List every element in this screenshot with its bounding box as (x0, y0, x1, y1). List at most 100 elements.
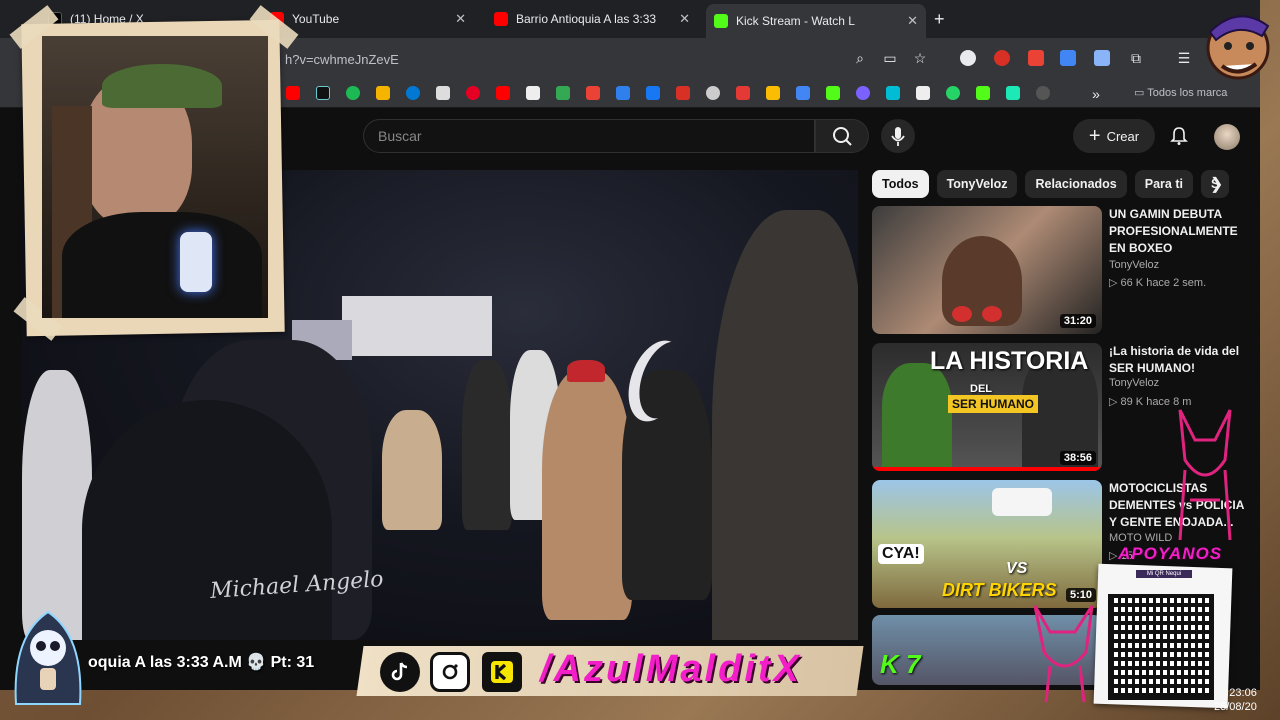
search-button[interactable] (815, 119, 869, 153)
building (342, 296, 492, 356)
thumbnail-text: CYA! (878, 544, 924, 564)
gmail-bookmark-icon[interactable] (586, 86, 600, 100)
chip-all[interactable]: Todos (872, 170, 929, 198)
tiktok-icon (380, 652, 420, 692)
create-button[interactable]: + Crear (1073, 119, 1155, 153)
account-avatar[interactable] (1214, 124, 1240, 150)
person (462, 360, 512, 530)
channel-name[interactable]: TonyVeloz (1109, 377, 1159, 389)
pinterest-bookmark-icon[interactable] (466, 86, 480, 100)
facebook-bookmark-icon[interactable] (646, 86, 660, 100)
cast-icon[interactable]: ▭ (882, 50, 898, 66)
bookmarks-folder-label: Todos los marca (1147, 87, 1228, 99)
tab-label: YouTube (292, 12, 340, 26)
bookmark-icon[interactable] (706, 86, 720, 100)
boxing-glove (982, 306, 1002, 322)
streamer-shirt (62, 212, 262, 318)
all-bookmarks-folder[interactable]: ▭ Todos los marca (1134, 86, 1227, 99)
bookmark-icon[interactable] (856, 86, 870, 100)
microphone (180, 232, 212, 292)
devil-doodle (1178, 409, 1232, 541)
chip-related[interactable]: Relacionados (1025, 170, 1127, 198)
stream-title: oquia A las 3:33 A.M 💀 Pt: 31 (88, 654, 315, 671)
tab-kick-stream[interactable]: Kick Stream - Watch L ✕ (706, 4, 926, 38)
bookmark-icon[interactable] (1036, 86, 1050, 100)
extension-icon[interactable] (1028, 50, 1044, 66)
bookmark-icon[interactable] (436, 86, 450, 100)
person (382, 410, 442, 530)
video-thumbnail[interactable]: LA HISTORIA DEL SER HUMANO 38:56 (872, 343, 1102, 471)
new-tab-button[interactable]: + (934, 9, 945, 30)
more-bookmarks-icon[interactable]: » (1088, 86, 1104, 102)
streamer-handle: /AzulMalditX (540, 648, 802, 690)
zoom-icon[interactable]: ⌕ (852, 50, 868, 66)
chip-tonyveloz[interactable]: TonyVeloz (936, 170, 1018, 198)
translate-icon[interactable] (1060, 50, 1076, 66)
clock-date: 25/08/20 (1214, 701, 1257, 713)
cap (567, 360, 605, 382)
youtube-bookmark-icon[interactable] (496, 86, 510, 100)
bookmark-icon[interactable] (826, 86, 840, 100)
bookmark-icon[interactable] (376, 86, 390, 100)
extension-icon[interactable] (994, 50, 1010, 66)
extension-icon[interactable] (1094, 50, 1110, 66)
video-meta: ▷ 66 K hace 2 sem. (1109, 277, 1207, 289)
person (542, 370, 632, 620)
recommendation-item[interactable]: 31:20 UN GAMIN DEBUTA PROFESIONALMENTE E… (872, 206, 1252, 336)
bookmark-icon[interactable] (616, 86, 630, 100)
qr-code (1108, 594, 1214, 700)
chip-for-you[interactable]: Para ti (1134, 170, 1193, 198)
bookmark-icon[interactable] (766, 86, 780, 100)
tiktok-bookmark-icon[interactable] (316, 86, 330, 100)
close-tab-icon[interactable]: ✕ (899, 13, 918, 29)
spotify-bookmark-icon[interactable] (346, 86, 360, 100)
thumbnail-text: DEL (970, 383, 992, 395)
boxing-glove (952, 306, 972, 322)
bookmark-star-icon[interactable]: ☆ (912, 50, 928, 66)
extension-icon[interactable] (960, 50, 976, 66)
video-thumbnail[interactable]: 31:20 (872, 206, 1102, 334)
streamer-cap (102, 64, 222, 108)
channel-name[interactable]: TonyVeloz (1109, 259, 1159, 271)
tab-barrio-antioquia[interactable]: Barrio Antioquia A las 3:33 ✕ (486, 6, 698, 32)
tab-label: Kick Stream - Watch L (736, 14, 855, 28)
bookmark-icon[interactable] (1006, 86, 1020, 100)
close-tab-icon[interactable]: ✕ (671, 11, 690, 27)
chevron-right-icon[interactable]: ❯ (1210, 174, 1223, 194)
support-text: APOYANOS (1118, 544, 1223, 563)
instagram-icon (430, 652, 470, 692)
menu-icon[interactable]: ☰ (1176, 50, 1192, 66)
bookmark-icon[interactable] (406, 86, 420, 100)
reaper-mascot (14, 610, 82, 705)
create-label: Crear (1106, 128, 1140, 144)
thumbnail-text: VS (1006, 560, 1028, 577)
bookmark-icon[interactable] (676, 86, 690, 100)
kick-bookmark-icon[interactable] (976, 86, 990, 100)
bookmark-icon[interactable] (916, 86, 930, 100)
bookmark-icon[interactable] (526, 86, 540, 100)
url-field[interactable]: h?v=cwhmeJnZevE (285, 52, 399, 67)
person-left (882, 363, 952, 471)
video-title[interactable]: UN GAMIN DEBUTA PROFESIONALMENTE EN BOXE… (1109, 206, 1249, 257)
drive-bookmark-icon[interactable] (556, 86, 570, 100)
mascot-logo (1206, 15, 1270, 80)
video-thumbnail[interactable]: CYA! VS DIRT BIKERS 5:10 (872, 480, 1102, 608)
tab-youtube[interactable]: YouTube ✕ (262, 6, 474, 32)
person (712, 210, 858, 640)
youtube-icon (494, 12, 508, 26)
puzzle-icon[interactable]: ⧉ (1128, 50, 1144, 66)
close-tab-icon[interactable]: ✕ (447, 11, 466, 27)
kick-icon (482, 652, 522, 692)
video-title[interactable]: ¡La historia de vida del SER HUMANO! (1109, 343, 1249, 377)
voice-search-button[interactable] (881, 119, 915, 153)
whatsapp-bookmark-icon[interactable] (946, 86, 960, 100)
notifications-bell-icon[interactable] (1168, 125, 1190, 147)
system-clock[interactable]: 23:06 25/08/20 (1214, 686, 1257, 714)
watch-progress-bar (872, 467, 1102, 471)
bookmark-icon[interactable] (736, 86, 750, 100)
bookmark-icon[interactable] (886, 86, 900, 100)
bookmark-icon[interactable] (796, 86, 810, 100)
search-input[interactable]: Buscar (363, 119, 815, 153)
tab-label: Barrio Antioquia A las 3:33 (516, 12, 657, 26)
youtube-bookmark-icon[interactable] (286, 86, 300, 100)
